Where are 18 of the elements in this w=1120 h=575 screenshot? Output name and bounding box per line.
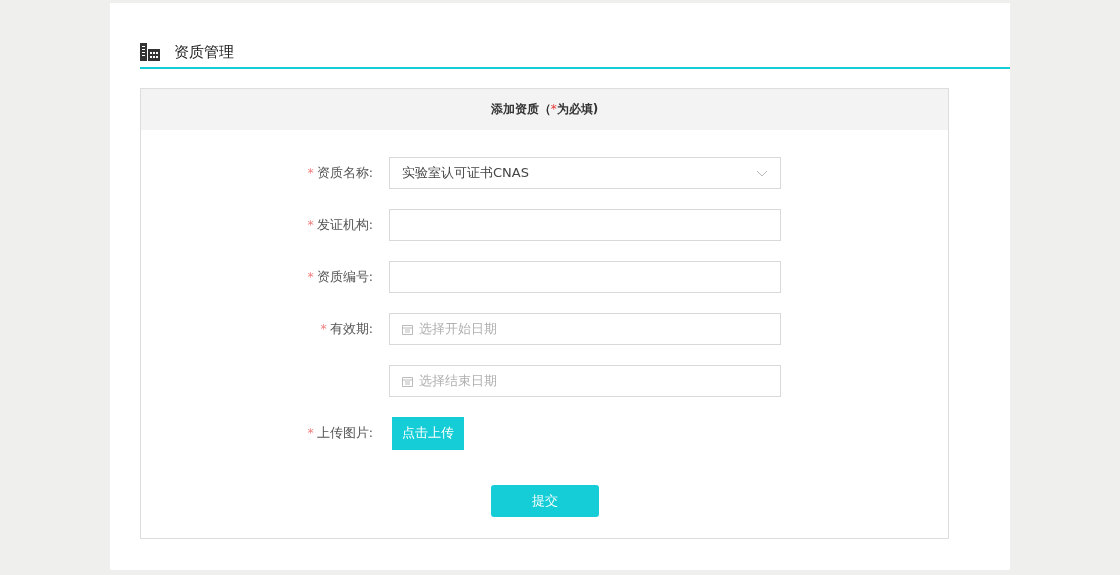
field-label: * 资质编号:: [306, 268, 374, 286]
field-label: * 发证机构:: [306, 216, 374, 234]
upload-button[interactable]: 点击上传: [392, 416, 464, 450]
section-title: 资质管理: [174, 42, 234, 62]
submit-button[interactable]: 提交: [491, 485, 599, 517]
select-field[interactable]: 实验室认可证书CNAS: [389, 157, 781, 189]
input-field[interactable]: [389, 209, 781, 241]
chevron-down-icon: [756, 169, 768, 177]
field-label: * 有效期:: [319, 320, 374, 338]
field-label: * 资质名称:: [306, 164, 374, 182]
date-field[interactable]: 选择开始日期: [389, 313, 781, 345]
building-icon: [140, 43, 160, 61]
field-label: * 上传图片:: [306, 424, 374, 442]
form-title: 添加资质（*为必填): [490, 101, 599, 118]
calendar-icon: [402, 323, 413, 335]
input-field[interactable]: [389, 261, 781, 293]
date-field[interactable]: 选择结束日期: [389, 365, 781, 397]
calendar-icon: [402, 375, 413, 387]
